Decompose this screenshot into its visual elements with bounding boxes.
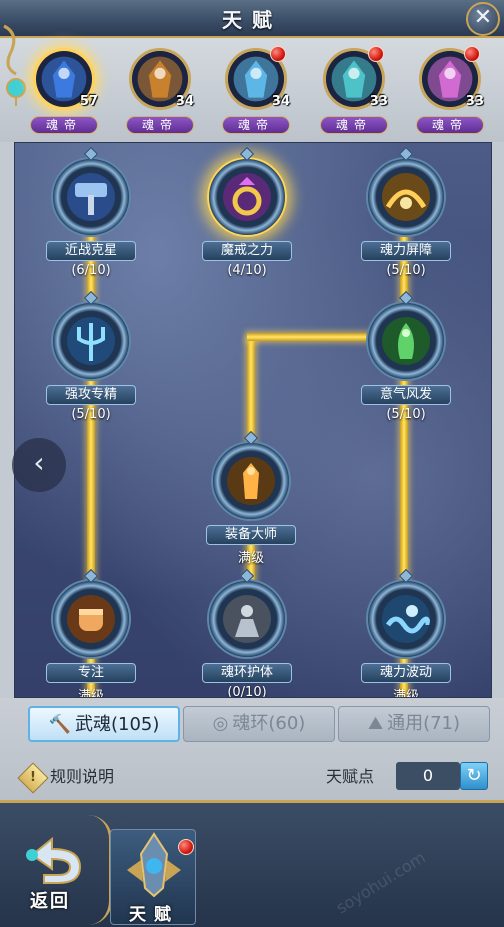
- talent-node-frame: [366, 301, 446, 381]
- talent-node-progress: (0/10): [227, 685, 267, 698]
- hero-level: 34: [175, 94, 194, 109]
- talent-node-label: 近战克星: [46, 241, 136, 261]
- talent-node-progress: 满级: [237, 551, 264, 566]
- talent-points-value: 0: [396, 762, 460, 790]
- talent-node-label: 魂力波动: [361, 663, 451, 683]
- talent-node-progress: (5/10): [386, 263, 426, 278]
- talent-node-melee[interactable]: 近战克星 (6/10): [36, 146, 146, 287]
- back-label: 返回: [30, 891, 70, 912]
- back-arrow-icon: [26, 836, 82, 884]
- talent-points-label: 天赋点: [326, 767, 375, 786]
- talent-node-label: 魔戒之力: [202, 241, 292, 261]
- tab-wuhun[interactable]: 🔨 武魂(105): [28, 706, 180, 742]
- talent-node-progress: (5/10): [386, 407, 426, 422]
- tab-hunhuan[interactable]: ◎ 魂环(60): [183, 706, 335, 742]
- page-title: 天赋: [222, 8, 282, 32]
- fist-icon: [67, 595, 115, 643]
- talent-node-frame: [207, 579, 287, 659]
- talent-node-progress: 满级: [77, 689, 104, 698]
- talent-tree: 近战克星 (6/10) 魔戒之力 (4/10) 魂力屏障 (5/10) 强攻专精 (5/10)…: [14, 142, 492, 698]
- divider: [88, 815, 112, 925]
- rules-button[interactable]: ! 规则说明: [17, 761, 115, 794]
- talent-node-label: 魂力屏障: [361, 241, 451, 261]
- talent-node-frame: [211, 441, 291, 521]
- hero-rank-badge: 魂帝: [30, 116, 98, 134]
- refresh-icon: ↻: [466, 765, 482, 786]
- talent-node-frame: [366, 157, 446, 237]
- notification-dot: [368, 46, 384, 62]
- tab-tongyong[interactable]: ⛰ 通用(71): [338, 706, 490, 742]
- talent-nav-label: 天赋: [129, 905, 179, 925]
- tab-label: 武魂(105): [75, 714, 160, 735]
- warning-icon: !: [17, 761, 49, 794]
- hero-tab[interactable]: 57 魂帝: [24, 44, 104, 138]
- talent-node-spirit[interactable]: 意气风发 (5/10): [351, 290, 461, 431]
- talent-node-label: 强攻专精: [46, 385, 136, 405]
- hero-level: 33: [369, 94, 388, 109]
- hero-level: 57: [79, 94, 98, 109]
- talent-node-equip[interactable]: 装备大师 满级: [196, 430, 306, 571]
- meditate-icon: ⛰: [367, 713, 384, 734]
- close-icon: ✕: [473, 5, 493, 30]
- hero-rank-badge: 魂帝: [126, 116, 194, 134]
- hero-level: 34: [271, 94, 290, 109]
- wave-icon: [382, 595, 430, 643]
- hero-level: 33: [465, 94, 484, 109]
- prev-page-button[interactable]: ‹: [12, 438, 66, 492]
- talent-node-wave[interactable]: 魂力波动 满级: [351, 568, 461, 698]
- hero-rank-badge: 魂帝: [416, 116, 484, 134]
- notification-dot: [178, 839, 194, 855]
- hero-rank-badge: 魂帝: [320, 116, 388, 134]
- talent-node-barrier[interactable]: 魂力屏障 (5/10): [351, 146, 461, 287]
- talent-node-label: 意气风发: [361, 385, 451, 405]
- talent-node-frame: [207, 157, 287, 237]
- talent-node-guard[interactable]: 魂环护体 (0/10): [192, 568, 302, 698]
- talent-node-strike[interactable]: 强攻专精 (5/10): [36, 290, 146, 431]
- hammer-icon: [67, 173, 115, 221]
- hero-tab[interactable]: 33 魂帝: [410, 44, 490, 138]
- talent-node-label: 专注: [46, 663, 136, 683]
- close-button[interactable]: ✕: [466, 2, 500, 36]
- notification-dot: [464, 46, 480, 62]
- tab-label: 通用(71): [387, 713, 461, 734]
- guard-icon: [223, 595, 271, 643]
- chevron-left-icon: ‹: [33, 446, 45, 479]
- spirit-icon: [382, 317, 430, 365]
- reset-button[interactable]: ↻: [460, 762, 488, 790]
- talent-node-focus[interactable]: 专注 满级: [36, 568, 146, 698]
- hero-tab[interactable]: 33 魂帝: [314, 44, 394, 138]
- talent-node-frame: [51, 157, 131, 237]
- talent-node-progress: (4/10): [227, 263, 267, 278]
- talent-node-frame: [51, 579, 131, 659]
- title-bar: 天赋 ✕: [0, 0, 504, 38]
- hero-tab[interactable]: 34 魂帝: [120, 44, 200, 138]
- talent-node-label: 装备大师: [206, 525, 296, 545]
- trident-icon: [67, 317, 115, 365]
- talent-node-label: 魂环护体: [202, 663, 292, 683]
- back-button[interactable]: 返回: [12, 827, 92, 917]
- notification-dot: [270, 46, 286, 62]
- hammer-icon: 🔨: [48, 714, 71, 735]
- equipment-icon: [227, 457, 275, 505]
- talent-node-frame: [51, 301, 131, 381]
- talent-node-ring[interactable]: 魔戒之力 (4/10): [192, 146, 302, 287]
- watermark: soyohui.com: [332, 847, 429, 918]
- tab-label: 魂环(60): [232, 713, 306, 734]
- ring-icon: ◎: [212, 713, 229, 734]
- talent-node-frame: [366, 579, 446, 659]
- category-panel: 🔨 武魂(105) ◎ 魂环(60) ⛰ 通用(71) ! 规则说明 天赋点 0 ↻: [0, 698, 504, 800]
- talent-emblem-icon: [127, 832, 181, 898]
- bottom-nav: 返回 天赋 soyohui.com: [0, 800, 504, 927]
- talent-node-progress: (5/10): [71, 407, 111, 422]
- ring-icon: [223, 173, 271, 221]
- barrier-icon: [382, 173, 430, 221]
- talent-node-progress: 满级: [392, 689, 419, 698]
- talent-node-progress: (6/10): [71, 263, 111, 278]
- hero-tab[interactable]: 34 魂帝: [216, 44, 296, 138]
- hero-rank-badge: 魂帝: [222, 116, 290, 134]
- rules-label: 规则说明: [50, 767, 115, 786]
